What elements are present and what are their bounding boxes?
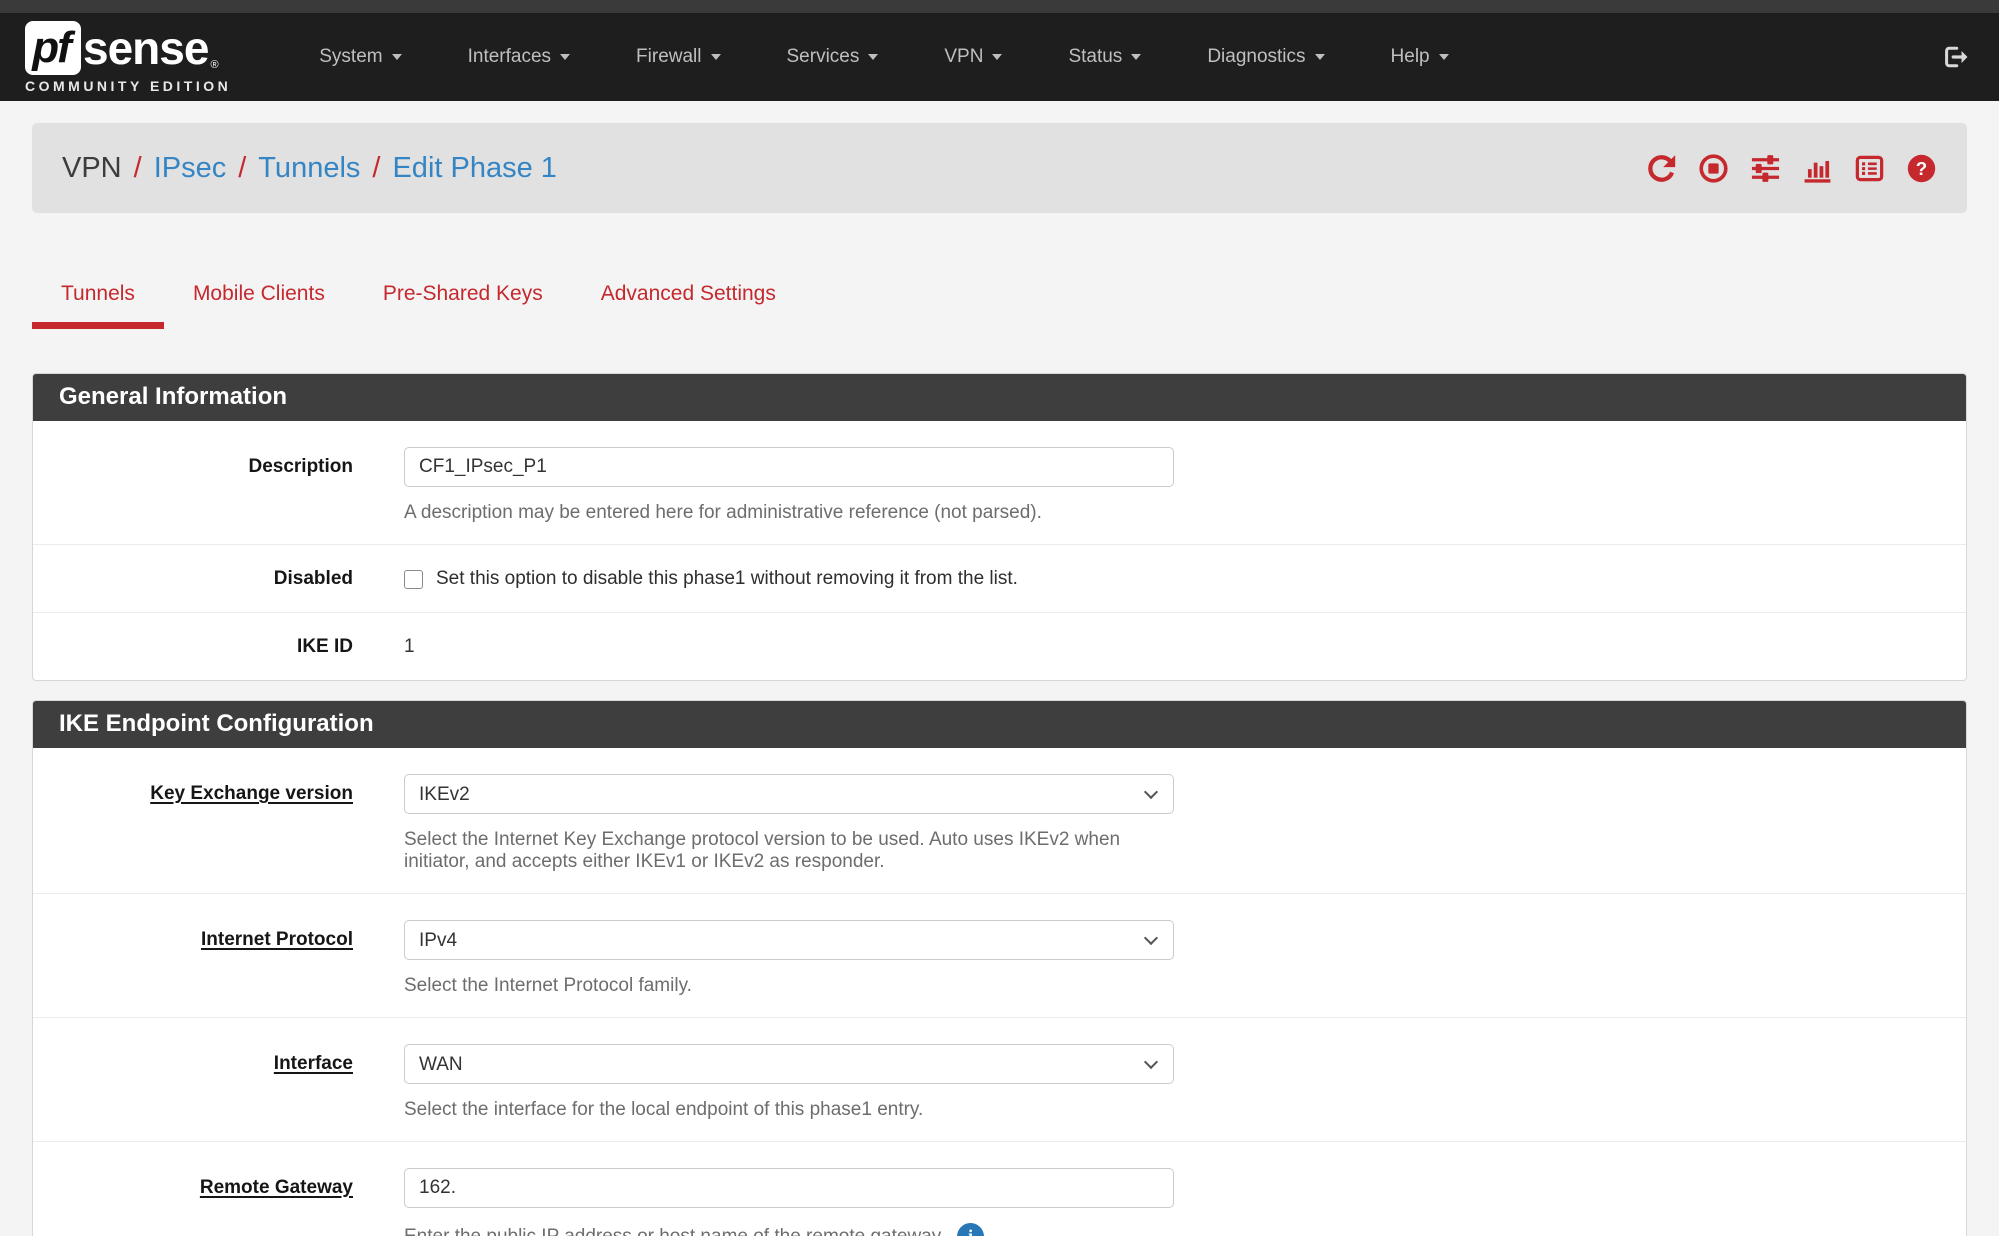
key-exchange-label: Key Exchange version [33, 774, 353, 873]
pf-logo-text: pf [32, 23, 74, 73]
key-exchange-select[interactable]: IKEv2 [404, 774, 1174, 814]
caret-down-icon [1315, 54, 1325, 60]
disabled-checkbox-label: Set this option to disable this phase1 w… [436, 568, 1018, 590]
menu-status[interactable]: Status [1035, 13, 1174, 101]
svg-text:?: ? [1916, 157, 1927, 178]
description-label: Description [33, 447, 353, 524]
breadcrumb-vpn: VPN [62, 152, 122, 185]
tab-pre-shared-keys[interactable]: Pre-Shared Keys [354, 265, 572, 329]
key-exchange-row: Key Exchange version IKEv2 Select the In… [33, 748, 1966, 893]
interface-help: Select the interface for the local endpo… [404, 1099, 1174, 1121]
internet-protocol-row: Internet Protocol IPv4 Select the Intern… [33, 893, 1966, 1017]
general-information-title: General Information [33, 374, 1966, 421]
tab-advanced-settings[interactable]: Advanced Settings [572, 265, 805, 329]
registered-mark: ® [210, 59, 218, 71]
help-icon[interactable]: ? [1906, 153, 1937, 184]
breadcrumb-ipsec-link[interactable]: IPsec [154, 152, 227, 185]
breadcrumb-edit-phase1-link[interactable]: Edit Phase 1 [392, 152, 556, 185]
interface-label: Interface [33, 1044, 353, 1121]
key-exchange-help: Select the Internet Key Exchange protoco… [404, 829, 1174, 873]
tab-mobile-clients[interactable]: Mobile Clients [164, 265, 354, 329]
interface-row: Interface WAN Select the interface for t… [33, 1017, 1966, 1141]
menu-vpn[interactable]: VPN [911, 13, 1035, 101]
ike-endpoint-title: IKE Endpoint Configuration [33, 701, 1966, 748]
menu-help[interactable]: Help [1358, 13, 1482, 101]
sign-out-icon [1941, 43, 1969, 71]
disabled-label: Disabled [33, 567, 353, 590]
window-top-strip [0, 0, 1999, 13]
remote-gateway-help: Enter the public IP address or host name… [404, 1223, 1174, 1236]
description-row: Description A description may be entered… [33, 421, 1966, 544]
caret-down-icon [711, 54, 721, 60]
menu-interfaces[interactable]: Interfaces [435, 13, 603, 101]
tab-tunnels[interactable]: Tunnels [32, 265, 164, 329]
disabled-checkbox-line: Set this option to disable this phase1 w… [404, 567, 1174, 590]
caret-down-icon [992, 54, 1002, 60]
ipsec-tabs: Tunnels Mobile Clients Pre-Shared Keys A… [32, 265, 1967, 329]
menu-firewall[interactable]: Firewall [603, 13, 753, 101]
breadcrumb: VPN / IPsec / Tunnels / Edit Phase 1 [62, 152, 557, 185]
pfsense-logo-wordmark: pf sense ® [25, 21, 231, 75]
breadcrumb-separator: / [226, 152, 258, 185]
disabled-row: Disabled Set this option to disable this… [33, 544, 1966, 612]
general-information-body: Description A description may be entered… [33, 421, 1966, 680]
bar-chart-icon[interactable] [1802, 153, 1833, 184]
stop-icon[interactable] [1698, 153, 1729, 184]
breadcrumb-tunnels-link[interactable]: Tunnels [258, 152, 360, 185]
breadcrumb-bar: VPN / IPsec / Tunnels / Edit Phase 1 [32, 123, 1967, 213]
interface-select[interactable]: WAN [404, 1044, 1174, 1084]
ike-id-value: 1 [404, 635, 1174, 658]
ike-id-label: IKE ID [33, 635, 353, 658]
remote-gateway-row: Remote Gateway Enter the public IP addre… [33, 1141, 1966, 1236]
pf-logo-box: pf [25, 21, 81, 75]
remote-gateway-input[interactable] [404, 1168, 1174, 1208]
internet-protocol-select[interactable]: IPv4 [404, 920, 1174, 960]
sliders-icon[interactable] [1750, 153, 1781, 184]
menu-system[interactable]: System [286, 13, 434, 101]
internet-protocol-help: Select the Internet Protocol family. [404, 975, 1174, 997]
caret-down-icon [1131, 54, 1141, 60]
general-information-panel: General Information Description A descri… [32, 373, 1967, 681]
menu-diagnostics[interactable]: Diagnostics [1174, 13, 1357, 101]
menu-services[interactable]: Services [754, 13, 912, 101]
caret-down-icon [560, 54, 570, 60]
breadcrumb-separator: / [360, 152, 392, 185]
ike-id-row: IKE ID 1 [33, 612, 1966, 680]
community-edition-label: COMMUNITY EDITION [25, 78, 231, 94]
caret-down-icon [1439, 54, 1449, 60]
top-navbar: pf sense ® COMMUNITY EDITION System Inte… [0, 13, 1999, 101]
description-help: A description may be entered here for ad… [404, 502, 1174, 524]
caret-down-icon [392, 54, 402, 60]
refresh-icon[interactable] [1646, 153, 1677, 184]
breadcrumb-separator: / [122, 152, 154, 185]
disabled-checkbox[interactable] [404, 570, 423, 589]
ike-endpoint-body: Key Exchange version IKEv2 Select the In… [33, 748, 1966, 1236]
sense-logo-text: sense [83, 21, 208, 75]
remote-gateway-label: Remote Gateway [33, 1168, 353, 1236]
ike-endpoint-panel: IKE Endpoint Configuration Key Exchange … [32, 700, 1967, 1236]
list-icon[interactable] [1854, 153, 1885, 184]
main-menu: System Interfaces Firewall Services VPN … [286, 13, 1481, 101]
page-action-icons: ? [1646, 153, 1937, 184]
sign-out-button[interactable] [1941, 43, 1969, 71]
description-input[interactable] [404, 447, 1174, 487]
info-icon[interactable]: i [957, 1223, 984, 1236]
internet-protocol-label: Internet Protocol [33, 920, 353, 997]
caret-down-icon [868, 54, 878, 60]
pfsense-logo[interactable]: pf sense ® COMMUNITY EDITION [25, 21, 231, 94]
